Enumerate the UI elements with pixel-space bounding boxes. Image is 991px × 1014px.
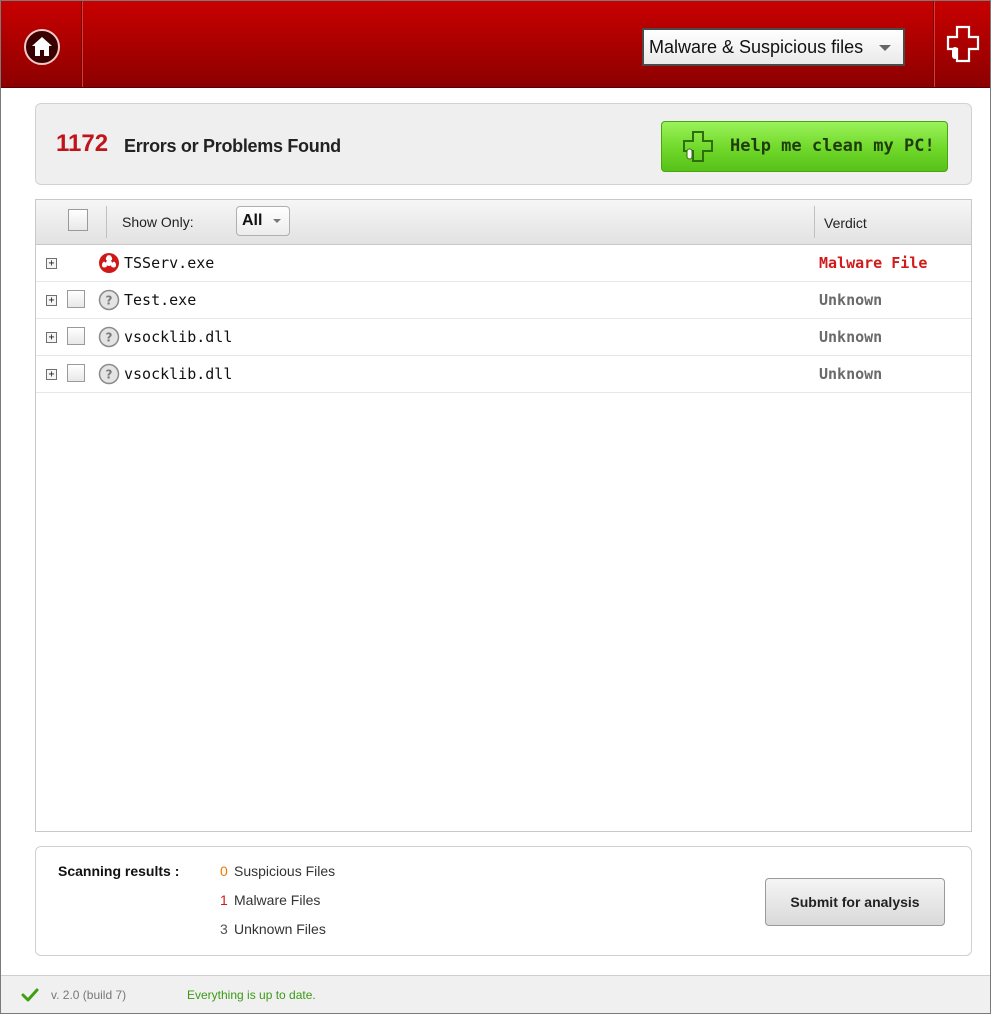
summary-panel: 1172 Errors or Problems Found Help me cl… (35, 103, 972, 185)
show-only-select[interactable]: All (236, 206, 290, 236)
table-row[interactable]: + ? Test.exe Unknown (36, 282, 971, 319)
file-name: TSServ.exe (124, 254, 215, 272)
row-checkbox[interactable] (67, 364, 85, 382)
show-only-label: Show Only: (122, 214, 194, 230)
unknown-files-count: 3 Unknown Files (220, 921, 326, 937)
unknown-count-label: Unknown Files (234, 921, 326, 937)
file-type-filter-select[interactable]: Malware & Suspicious files (642, 28, 905, 66)
svg-text:?: ? (106, 331, 113, 345)
header-divider (81, 1, 82, 87)
file-name: vsocklib.dll (124, 365, 233, 383)
malware-count-value: 1 (220, 892, 228, 908)
expand-icon[interactable]: + (46, 258, 57, 269)
cross-logo-icon (946, 25, 980, 63)
header-divider (933, 1, 934, 87)
column-divider (814, 206, 815, 238)
expand-icon[interactable]: + (46, 369, 57, 380)
update-status-text: Everything is up to date. (187, 988, 316, 1002)
app-window: Malware & Suspicious files 1172 Errors o… (0, 0, 991, 1014)
select-all-checkbox[interactable] (68, 209, 88, 231)
scanning-results-label: Scanning results : (58, 863, 180, 879)
malware-count-label: Malware Files (234, 892, 321, 908)
row-checkbox[interactable] (67, 327, 85, 345)
cross-logo-icon (683, 131, 713, 162)
table-row[interactable]: + ? vsocklib.dll Unknown (36, 319, 971, 356)
suspicious-files-count: 0 Suspicious Files (220, 863, 335, 879)
unknown-count-value: 3 (220, 921, 228, 937)
table-row[interactable]: + ? vsocklib.dll Unknown (36, 356, 971, 393)
clean-pc-button-label: Help me clean my PC! (730, 136, 935, 156)
column-divider (106, 206, 107, 238)
malware-files-count: 1 Malware Files (220, 892, 320, 908)
verdict-value: Unknown (819, 365, 883, 383)
header-bar: Malware & Suspicious files (1, 1, 990, 88)
chevron-down-icon (273, 219, 281, 223)
show-only-select-value: All (242, 212, 263, 229)
file-name: vsocklib.dll (124, 328, 233, 346)
results-table: Show Only: All Verdict + TSServ.exe Malw… (35, 199, 972, 832)
status-bar: v. 2.0 (build 7) Everything is up to dat… (1, 975, 990, 1013)
error-count: 1172 (56, 130, 109, 157)
error-summary-text: Errors or Problems Found (124, 136, 341, 156)
home-icon[interactable] (23, 28, 61, 66)
table-header: Show Only: All Verdict (36, 200, 971, 245)
checkmark-icon (21, 988, 39, 1002)
scanning-results-panel: Scanning results : 0 Suspicious Files 1 Ma… (35, 846, 972, 956)
filter-select-value: Malware & Suspicious files (649, 37, 864, 57)
row-checkbox[interactable] (67, 290, 85, 308)
chevron-down-icon (879, 45, 891, 51)
question-icon: ? (98, 289, 120, 311)
file-name: Test.exe (124, 291, 197, 309)
suspicious-count-value: 0 (220, 863, 228, 879)
submit-for-analysis-button[interactable]: Submit for analysis (765, 878, 945, 926)
question-icon: ? (98, 363, 120, 385)
table-row[interactable]: + TSServ.exe Malware File (36, 245, 971, 282)
verdict-value: Unknown (819, 328, 883, 346)
suspicious-count-label: Suspicious Files (234, 863, 336, 879)
question-icon: ? (98, 326, 120, 348)
verdict-value: Malware File (819, 254, 928, 272)
svg-text:?: ? (106, 294, 113, 308)
expand-icon[interactable]: + (46, 295, 57, 306)
verdict-column-header: Verdict (824, 215, 867, 231)
biohazard-icon (99, 253, 119, 273)
version-label: v. 2.0 (build 7) (51, 988, 127, 1002)
expand-icon[interactable]: + (46, 332, 57, 343)
clean-pc-button[interactable]: Help me clean my PC! (661, 121, 948, 172)
svg-text:?: ? (106, 368, 113, 382)
verdict-value: Unknown (819, 291, 883, 309)
